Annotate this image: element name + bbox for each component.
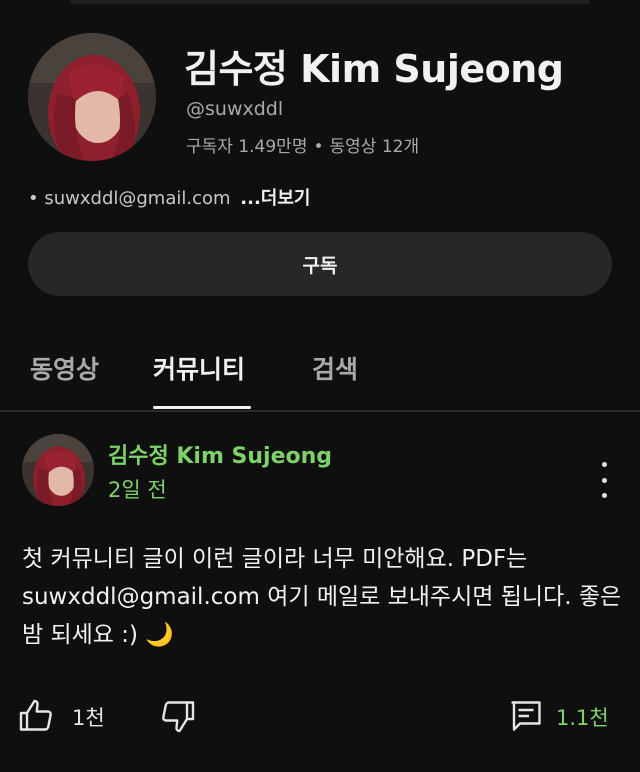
- video-count: 동영상 12개: [329, 137, 420, 157]
- post-author-name[interactable]: 김수정 Kim Sujeong: [108, 438, 332, 470]
- channel-tabs: 동영상 커뮤니티 검색: [0, 330, 640, 410]
- channel-description[interactable]: • suwxddl@gmail.com ...더보기: [28, 184, 310, 210]
- post-text: 첫 커뮤니티 글이 이런 글이라 너무 미안해요. PDF는 suwxddl@g…: [22, 540, 622, 654]
- description-bullet: •: [28, 188, 39, 209]
- like-count: 1천: [72, 706, 105, 730]
- stats-separator: •: [313, 137, 324, 157]
- tabs-divider: [0, 410, 640, 412]
- top-edge: [70, 0, 590, 4]
- tab-community[interactable]: 커뮤니티: [153, 350, 245, 386]
- post-author-avatar-image: [22, 434, 94, 506]
- more-link[interactable]: ...더보기: [240, 188, 310, 209]
- subscriber-count: 구독자 1.49만명: [186, 137, 308, 157]
- post-timestamp: 2일 전: [108, 478, 167, 502]
- tab-search[interactable]: 검색: [312, 350, 358, 386]
- channel-title: 김수정 Kim Sujeong: [184, 47, 564, 91]
- subscribe-button[interactable]: 구독: [28, 232, 612, 296]
- channel-stats: 구독자 1.49만명 • 동영상 12개: [186, 132, 419, 157]
- moon-emoji: 🌙: [145, 622, 174, 648]
- comment-icon[interactable]: [508, 698, 544, 734]
- channel-handle: @suwxddl: [186, 98, 284, 120]
- thumbs-up-icon[interactable]: [18, 698, 54, 734]
- channel-avatar[interactable]: [28, 33, 156, 161]
- thumbs-down-icon[interactable]: [160, 698, 196, 734]
- post-text-content: 첫 커뮤니티 글이 이런 글이라 너무 미안해요. PDF는 suwxddl@g…: [22, 546, 622, 648]
- more-vert-icon[interactable]: [588, 460, 620, 500]
- channel-avatar-image: [28, 33, 156, 161]
- comment-count[interactable]: 1.1천: [556, 702, 609, 732]
- description-email: suwxddl@gmail.com: [44, 188, 231, 209]
- active-tab-indicator: [153, 406, 251, 409]
- post-author-avatar[interactable]: [22, 434, 94, 506]
- tab-videos[interactable]: 동영상: [30, 350, 99, 386]
